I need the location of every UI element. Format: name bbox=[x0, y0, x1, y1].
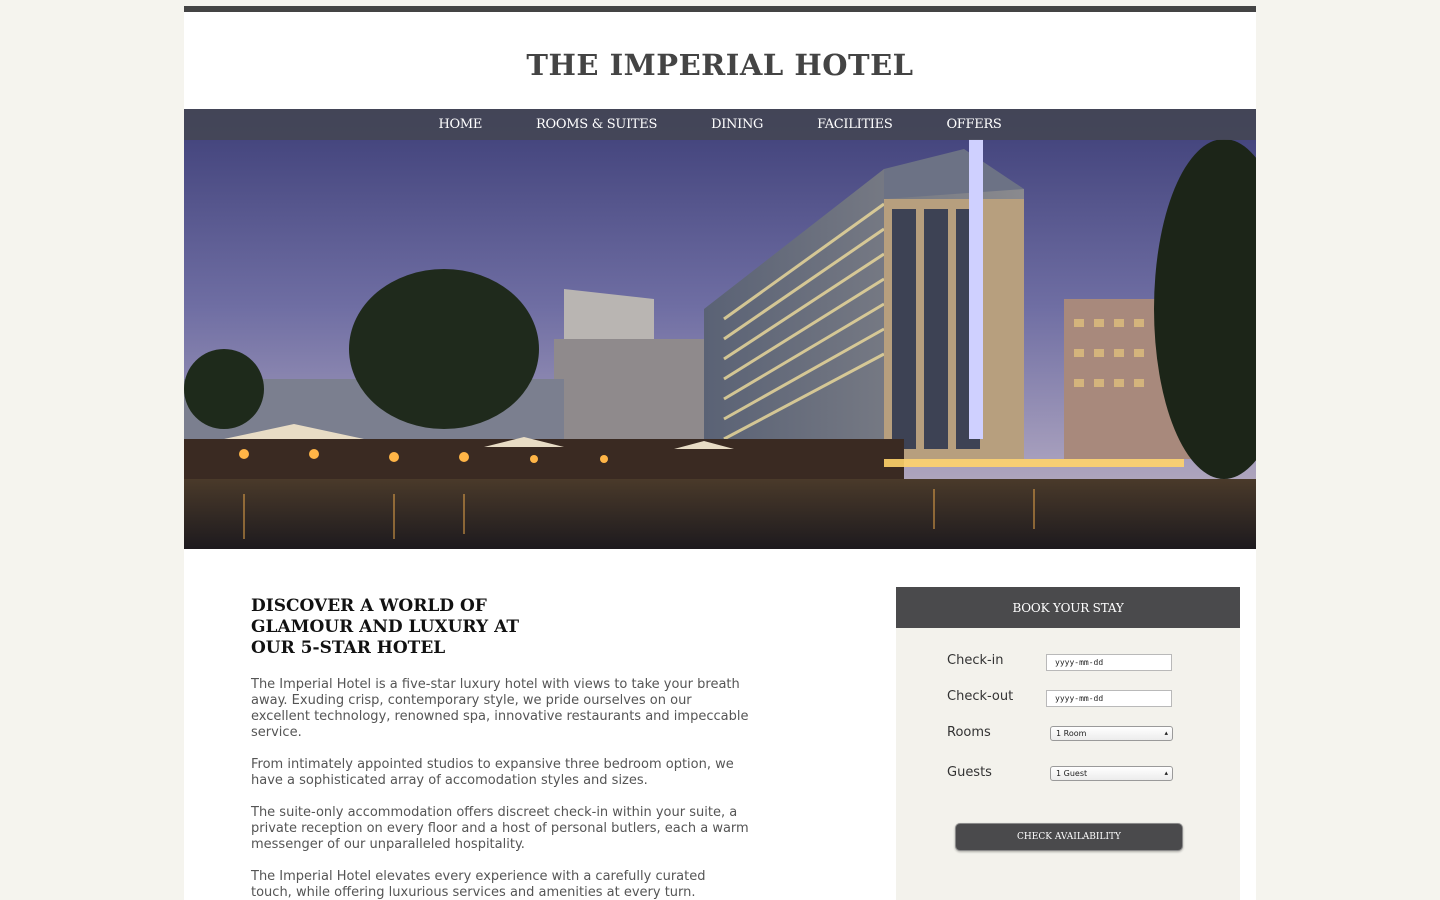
select-arrows-icon: ▴ bbox=[1164, 729, 1168, 737]
checkin-label: Check-in bbox=[947, 653, 1004, 668]
guests-label: Guests bbox=[947, 765, 992, 780]
rooms-select-value: 1 Room bbox=[1056, 729, 1087, 738]
guests-row: Guests 1 Guest ▴ bbox=[947, 765, 1207, 785]
checkout-row: Check-out bbox=[947, 689, 1207, 709]
intro-heading: DISCOVER A WORLD OF GLAMOUR AND LUXURY A… bbox=[251, 596, 519, 658]
booking-panel: BOOK YOUR STAY Check-in Check-out Rooms … bbox=[896, 587, 1240, 900]
check-availability-button[interactable]: CHECK AVAILABILITY bbox=[955, 823, 1183, 851]
hotel-photo bbox=[184, 109, 1256, 549]
select-arrows-icon: ▴ bbox=[1164, 769, 1168, 777]
intro-section: DISCOVER A WORLD OF GLAMOUR AND LUXURY A… bbox=[251, 596, 751, 900]
guests-select[interactable]: 1 Guest ▴ bbox=[1050, 766, 1173, 781]
rooms-label: Rooms bbox=[947, 725, 991, 740]
nav-item-offers[interactable]: OFFERS bbox=[946, 117, 1001, 132]
checkout-input[interactable] bbox=[1046, 690, 1172, 707]
booking-header: BOOK YOUR STAY bbox=[896, 587, 1240, 628]
guests-select-value: 1 Guest bbox=[1056, 769, 1088, 778]
intro-paragraph: The Imperial Hotel elevates every experi… bbox=[251, 869, 706, 900]
checkin-row: Check-in bbox=[947, 653, 1207, 673]
nav-item-rooms-suites[interactable]: ROOMS & SUITES bbox=[536, 117, 657, 132]
nav-item-home[interactable]: HOME bbox=[438, 117, 482, 132]
checkout-label: Check-out bbox=[947, 689, 1014, 704]
page-container: THE IMPERIAL HOTEL HOME ROOMS & SUITES D… bbox=[184, 6, 1256, 900]
checkin-input[interactable] bbox=[1046, 654, 1172, 671]
nav-item-facilities[interactable]: FACILITIES bbox=[817, 117, 893, 132]
site-title[interactable]: THE IMPERIAL HOTEL bbox=[184, 48, 1256, 82]
rooms-select[interactable]: 1 Room ▴ bbox=[1050, 726, 1173, 741]
intro-paragraph: The suite-only accommodation offers disc… bbox=[251, 805, 749, 852]
hero-image: HOME ROOMS & SUITES DINING FACILITIES OF… bbox=[184, 109, 1256, 549]
intro-paragraph: The Imperial Hotel is a five-star luxury… bbox=[251, 677, 749, 740]
intro-paragraph: From intimately appointed studios to exp… bbox=[251, 757, 734, 788]
nav-item-dining[interactable]: DINING bbox=[711, 117, 763, 132]
main-nav: HOME ROOMS & SUITES DINING FACILITIES OF… bbox=[184, 109, 1256, 140]
rooms-row: Rooms 1 Room ▴ bbox=[947, 725, 1207, 745]
